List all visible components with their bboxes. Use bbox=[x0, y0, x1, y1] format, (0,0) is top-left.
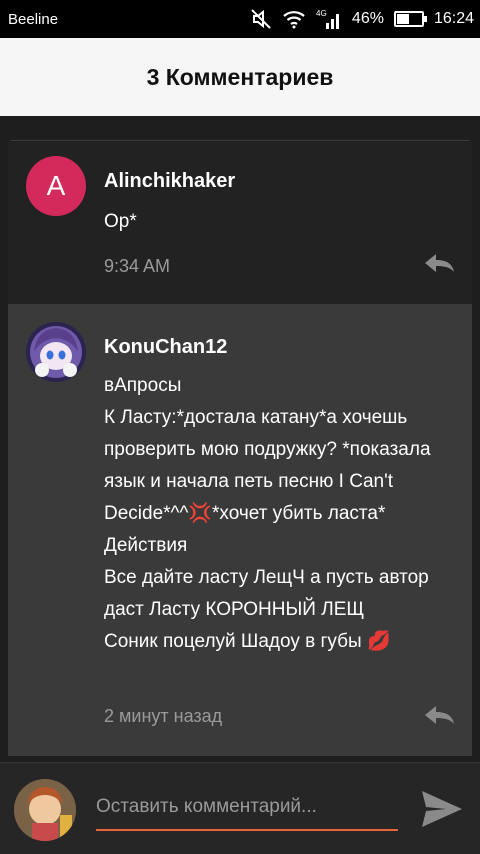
comment-username[interactable]: KonuChan12 bbox=[104, 336, 227, 359]
comments-list[interactable]: A Alinchikhaker Ор* 9:34 AM KonuChan12 в… bbox=[0, 116, 480, 762]
send-icon[interactable] bbox=[420, 789, 464, 829]
comment-timestamp: 2 минут назад bbox=[104, 706, 223, 726]
signal-icon: 4G bbox=[316, 8, 342, 30]
comment-input[interactable] bbox=[96, 791, 398, 831]
comment-username[interactable]: Alinchikhaker bbox=[104, 170, 235, 193]
comment-text: вАпросы К Ласту:*достала катану*а хочешь… bbox=[104, 375, 431, 652]
divider bbox=[10, 140, 470, 141]
carrier-name: Beeline bbox=[8, 10, 59, 28]
comment-composer bbox=[0, 762, 480, 854]
battery-level-fill bbox=[396, 14, 409, 24]
comment-text: Ор* bbox=[104, 211, 137, 232]
comment-item[interactable]: KonuChan12 вАпросы К Ласту:*достала ката… bbox=[8, 304, 472, 756]
avatar[interactable]: A bbox=[26, 156, 86, 216]
wifi-icon bbox=[282, 9, 306, 29]
reply-icon[interactable] bbox=[422, 252, 456, 274]
comments-header: 3 Комментариев bbox=[0, 38, 480, 116]
current-user-avatar bbox=[14, 779, 76, 841]
comment-item[interactable]: A Alinchikhaker Ор* 9:34 AM bbox=[8, 142, 472, 306]
battery-icon bbox=[393, 11, 427, 27]
anime-avatar-image bbox=[26, 322, 86, 382]
mute-icon bbox=[250, 8, 272, 30]
avatar-letter: A bbox=[46, 170, 66, 201]
cartoon-avatar-image bbox=[14, 779, 76, 841]
avatar[interactable] bbox=[26, 322, 86, 382]
clock: 16:24 bbox=[433, 10, 474, 27]
status-icons: 4G 46% 16:24 bbox=[250, 8, 474, 30]
reply-icon[interactable] bbox=[422, 704, 456, 726]
battery-percent: 46% bbox=[351, 10, 384, 27]
comment-timestamp: 9:34 AM bbox=[104, 256, 171, 276]
status-bar: Beeline 4G 46% 16:24 bbox=[0, 0, 480, 38]
network-type-label: 4G bbox=[316, 9, 327, 18]
page-title: 3 Комментариев bbox=[146, 63, 334, 90]
